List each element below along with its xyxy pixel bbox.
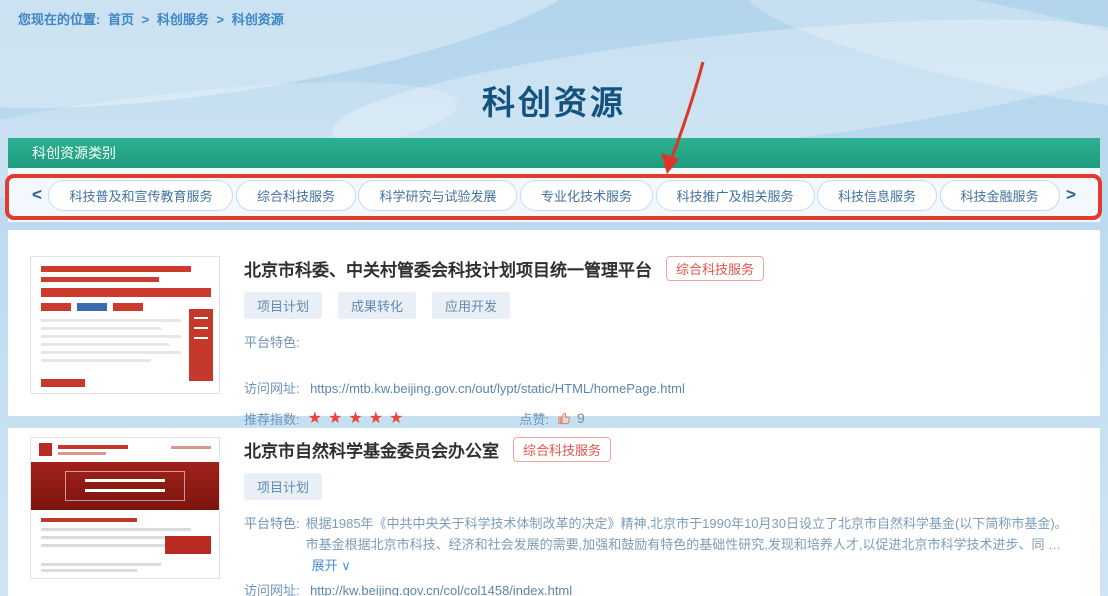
tag-app-development: 应用开发: [432, 292, 510, 319]
thumb-graphic-bar: [41, 528, 191, 531]
thumb-graphic-bar: [113, 303, 143, 311]
chevron-down-icon: ∨: [341, 558, 351, 573]
star-icon: [328, 410, 342, 427]
breadcrumb: 您现在的位置: 首页 > 科创服务 > 科创资源: [18, 9, 288, 28]
category-pill-kepu[interactable]: 科技普及和宣传教育服务: [48, 180, 233, 211]
thumb-graphic-bar: [41, 351, 181, 354]
category-pill-yanjiu[interactable]: 科学研究与试验发展: [358, 180, 517, 211]
feature-label: 平台特色:: [244, 332, 300, 351]
star-icon: [389, 410, 403, 427]
thumb-graphic-bar: [58, 445, 128, 449]
star-icon: [369, 410, 383, 427]
thumb-graphic-bar: [41, 343, 169, 346]
url-label: 访问网址:: [244, 583, 300, 596]
thumb-graphic-bar: [41, 379, 85, 387]
thumb-graphic-bar: [77, 303, 107, 311]
resource-card: 北京市科委、中关村管委会科技计划项目统一管理平台 综合科技服务 项目计划 成果转…: [8, 230, 1100, 416]
tag-project-plan: 项目计划: [244, 292, 322, 319]
thumb-graphic-bar: [41, 266, 191, 272]
platform-thumbnail[interactable]: [30, 256, 220, 394]
breadcrumb-kechuang-service[interactable]: 科创服务: [157, 12, 209, 27]
rating-label: 推荐指数:: [244, 409, 300, 428]
category-tag-badge: 综合科技服务: [513, 437, 611, 462]
thumb-graphic-bar: [41, 569, 137, 572]
category-pill-zhuanye[interactable]: 专业化技术服务: [520, 180, 653, 211]
category-tag-badge: 综合科技服务: [666, 256, 764, 281]
tag-project-plan: 项目计划: [244, 473, 322, 500]
thumb-graphic-bar: [41, 277, 159, 282]
category-pill-tuiguang[interactable]: 科技推广及相关服务: [656, 180, 815, 211]
category-pill-zonghe[interactable]: 综合科技服务: [236, 180, 356, 211]
thumb-graphic-bar: [41, 359, 151, 362]
feature-label: 平台特色:: [244, 513, 300, 576]
platform-url-link[interactable]: http://kw.beijing.gov.cn/col/col1458/ind…: [310, 583, 572, 596]
star-icon: [348, 410, 362, 427]
star-icon: [308, 410, 322, 427]
tag-achievement-transform: 成果转化: [338, 292, 416, 319]
thumb-banner: [31, 462, 219, 510]
likes-count: 9: [577, 410, 585, 426]
platform-url-link[interactable]: https://mtb.kw.beijing.gov.cn/out/lypt/s…: [310, 381, 685, 396]
breadcrumb-separator: >: [216, 12, 224, 27]
platform-title[interactable]: 北京市科委、中关村管委会科技计划项目统一管理平台: [244, 256, 652, 281]
thumb-graphic-bar: [171, 446, 211, 449]
chevron-right-icon[interactable]: >: [1062, 185, 1080, 205]
category-pill-xinxi[interactable]: 科技信息服务: [817, 180, 937, 211]
thumb-graphic-bar: [41, 319, 181, 322]
thumb-graphic-panel: [189, 309, 213, 381]
thumbs-up-icon[interactable]: [557, 411, 572, 426]
thumb-graphic-bar: [58, 452, 106, 455]
feature-text: 根据1985年《中共中央关于科学技术体制改革的决定》精神,北京市于1990年10…: [306, 513, 1078, 576]
thumb-logo: [39, 443, 52, 456]
likes-group: 点赞: 9: [519, 409, 584, 428]
category-pill-jinrong[interactable]: 科技金融服务: [940, 180, 1060, 211]
breadcrumb-label: 您现在的位置:: [18, 12, 100, 27]
thumb-graphic-bar: [41, 327, 161, 330]
thumb-graphic-bar: [165, 536, 211, 554]
thumb-graphic-bar: [41, 303, 71, 311]
thumb-graphic-bar: [41, 288, 211, 297]
thumb-graphic-bar: [41, 518, 137, 522]
thumb-graphic-bar: [41, 536, 173, 539]
thumb-graphic-bar: [41, 563, 161, 566]
category-panel-header: 科创资源类别: [8, 138, 1100, 168]
url-label: 访问网址:: [244, 381, 300, 396]
platform-thumbnail[interactable]: [30, 437, 220, 579]
rating-stars: [308, 408, 410, 428]
thumb-graphic-bar: [41, 335, 181, 338]
likes-label: 点赞:: [519, 409, 549, 428]
category-filter-bar: < 科技普及和宣传教育服务 综合科技服务 科学研究与试验发展 专业化技术服务 科…: [8, 168, 1100, 222]
breadcrumb-separator: >: [142, 12, 150, 27]
platform-title[interactable]: 北京市自然科学基金委员会办公室: [244, 437, 499, 462]
expand-link[interactable]: 展开 ∨: [312, 558, 351, 573]
resource-card: 北京市自然科学基金委员会办公室 综合科技服务 项目计划 平台特色: 根据1985…: [8, 428, 1100, 596]
breadcrumb-current: 科创资源: [232, 12, 284, 27]
chevron-left-icon[interactable]: <: [28, 185, 46, 205]
breadcrumb-home[interactable]: 首页: [108, 12, 134, 27]
page-title: 科创资源: [0, 76, 1108, 124]
